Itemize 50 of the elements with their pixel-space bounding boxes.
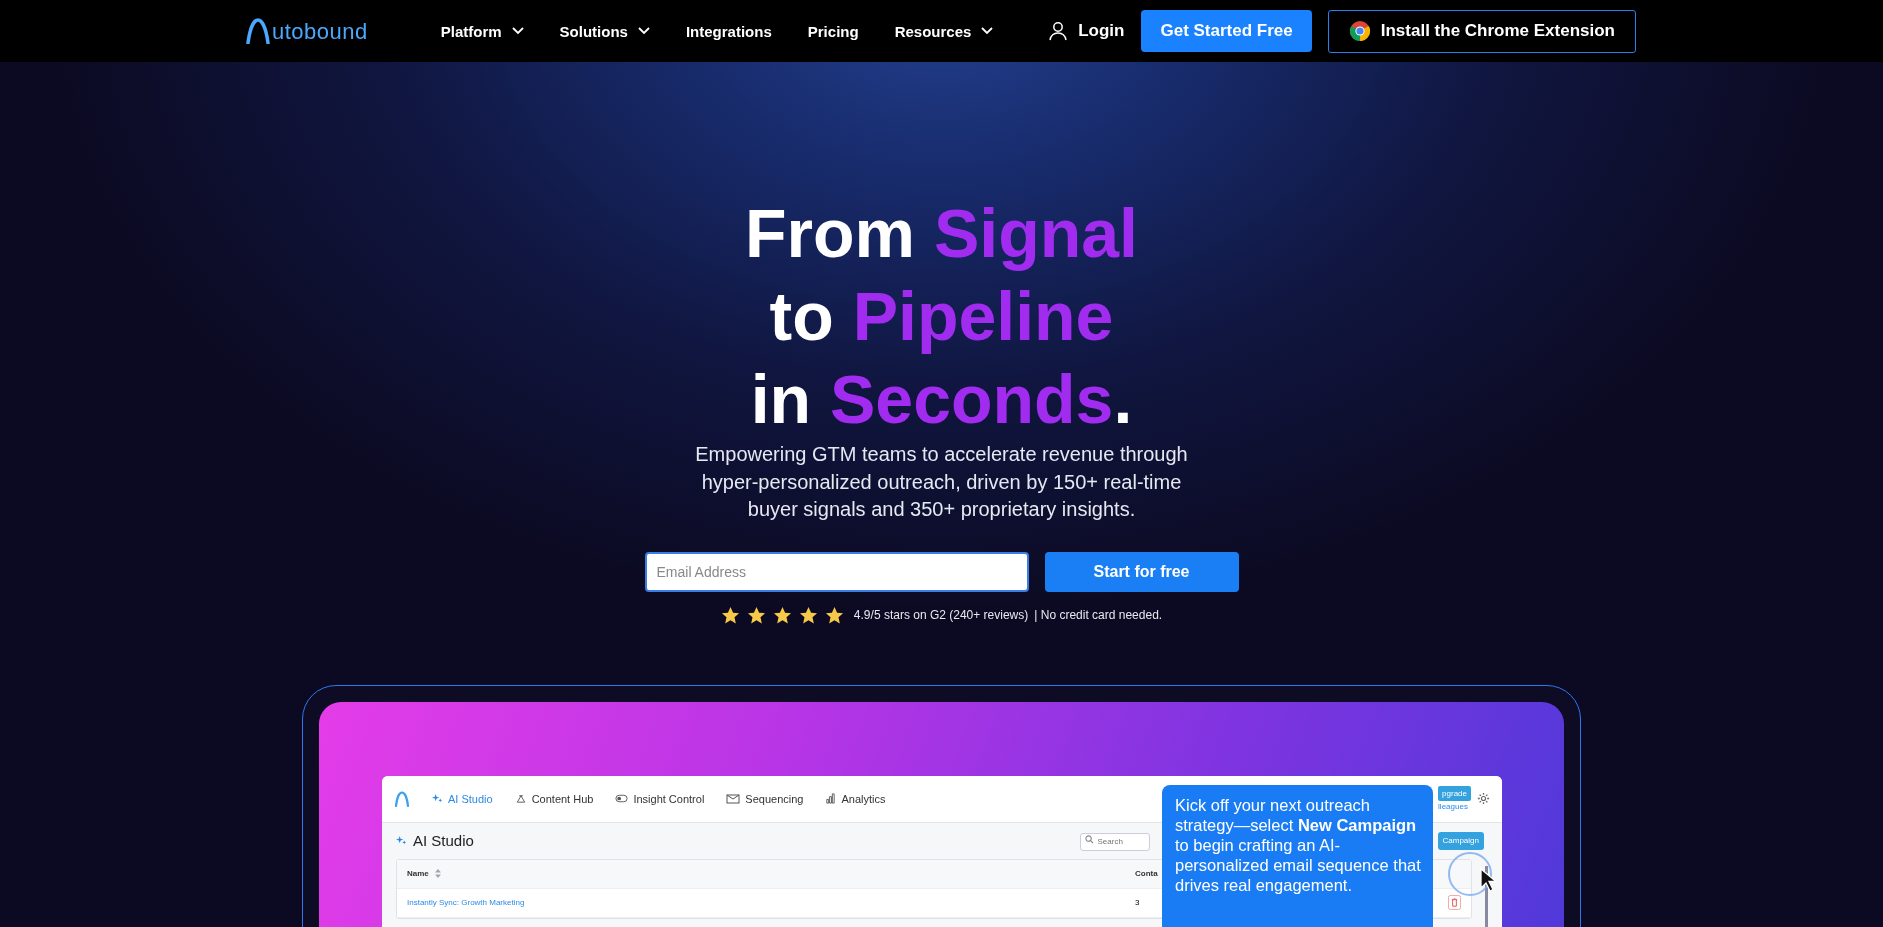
star-icon bbox=[746, 605, 766, 625]
app-tab[interactable]: AI Studio bbox=[432, 792, 493, 805]
trash-icon bbox=[1448, 895, 1461, 910]
settings-icon bbox=[1477, 792, 1490, 805]
hero-headline: From Signal to Pipeline in Seconds. bbox=[745, 194, 1138, 439]
logo-icon bbox=[245, 18, 271, 44]
start-button[interactable]: Start for free bbox=[1044, 551, 1239, 592]
user-icon bbox=[1048, 21, 1069, 41]
colleagues-link[interactable]: lleagues bbox=[1438, 802, 1468, 811]
nav-link[interactable]: Integrations bbox=[685, 22, 772, 40]
chevron-down-icon bbox=[981, 27, 994, 35]
chevron-down-icon bbox=[637, 27, 650, 35]
page-title: AI Studio bbox=[413, 832, 474, 849]
envelope-icon bbox=[726, 793, 741, 804]
get-started-button[interactable]: Get Started Free bbox=[1141, 10, 1312, 52]
bar-chart-icon bbox=[825, 793, 837, 804]
rating-note: | No credit card needed. bbox=[1034, 608, 1163, 622]
app-tab[interactable]: Insight Control bbox=[615, 792, 705, 805]
sparkle-icon bbox=[396, 835, 407, 846]
app-tab[interactable]: Sequencing bbox=[726, 792, 804, 805]
hero-subtitle: Empowering GTM teams to accelerate revenue through hyper-personalized outreach, driven by 150+ real-time buyer signals and 350+ proprietary insights. bbox=[694, 442, 1189, 522]
table-cell: 3 bbox=[1135, 898, 1140, 907]
star-icon bbox=[772, 605, 792, 625]
nav-link[interactable]: Resources bbox=[894, 22, 994, 40]
chevron-down-icon bbox=[511, 27, 524, 35]
star-icon bbox=[824, 605, 844, 625]
login-link[interactable]: Login bbox=[1048, 21, 1125, 41]
column-header: Name bbox=[407, 869, 429, 878]
chrome-icon bbox=[1348, 20, 1371, 42]
cursor-icon bbox=[1480, 867, 1498, 892]
chrome-extension-button[interactable]: Install the Chrome Extension bbox=[1327, 9, 1636, 53]
app-tab[interactable]: Analytics bbox=[825, 792, 886, 805]
toggle-icon bbox=[615, 794, 629, 803]
campaign-link[interactable]: Instantly Sync: Growth Marketing bbox=[407, 898, 525, 907]
email-field[interactable]: Email Address bbox=[644, 551, 1029, 592]
column-header: Conta bbox=[1135, 869, 1158, 878]
star-icon bbox=[720, 605, 740, 625]
rating-text: 4.9/5 stars on G2 (240+ reviews) bbox=[853, 608, 1029, 622]
logo-text: utobound bbox=[272, 20, 368, 44]
sort-icon bbox=[434, 869, 441, 878]
app-logo-icon bbox=[394, 790, 410, 807]
sparkle-icon bbox=[432, 793, 443, 804]
app-tab[interactable]: Content Hub bbox=[514, 792, 594, 805]
guide-tooltip: Kick off your next outreach strategy—select New Campaign to begin crafting an AI-personalized email sequence that drives real engagement. bbox=[1162, 784, 1433, 927]
nav-link[interactable]: Solutions bbox=[559, 22, 650, 40]
nav-link[interactable]: Pricing bbox=[807, 22, 859, 40]
nav-link[interactable]: Platform bbox=[440, 22, 524, 40]
search-field[interactable]: Search bbox=[1079, 832, 1150, 851]
star-icon bbox=[798, 605, 818, 625]
triangle-icon bbox=[514, 793, 527, 804]
